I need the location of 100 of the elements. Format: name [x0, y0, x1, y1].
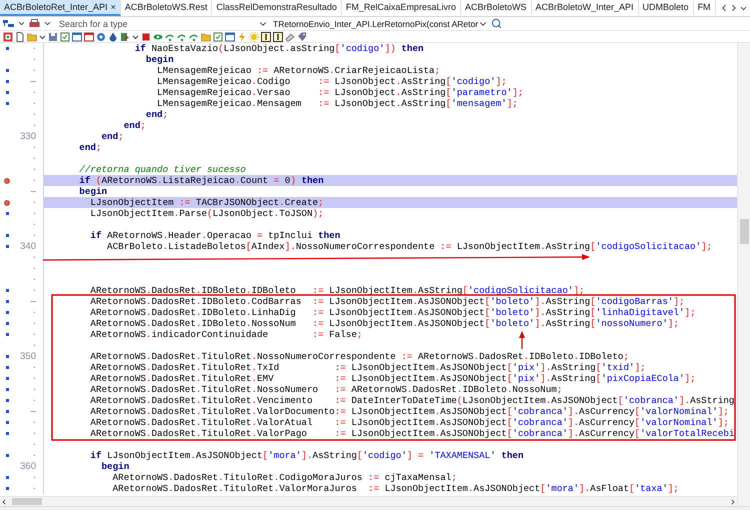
gutter-mark: ·	[32, 197, 36, 208]
code-line: end;	[100, 131, 125, 142]
gutter-mark: ·	[32, 65, 36, 76]
gutter-mark: ·	[32, 263, 36, 274]
breakpoint-icon[interactable]	[4, 178, 10, 184]
gutter-mark: –	[30, 76, 36, 87]
gutter-mark: –	[30, 186, 36, 197]
code-line: ARetornoWS.DadosRet.TituloRet.NossoNumeroCorrespondente := ARetornoWS.DadosRet.IDBoleto.IDBoleto;	[89, 351, 630, 362]
eraser-icon[interactable]	[285, 32, 295, 42]
chevron-right-icon[interactable]	[729, 498, 737, 506]
window-icon[interactable]	[84, 32, 94, 42]
gutter-mark: ·	[32, 87, 36, 98]
editor-tab[interactable]: FM	[694, 0, 716, 16]
gutter-mark: ·	[32, 472, 36, 483]
gutter-mark: ·	[32, 109, 36, 120]
gutter-mark: ·	[32, 120, 36, 131]
grid-icon[interactable]	[3, 32, 13, 42]
annotation-arrow	[519, 331, 525, 349]
code-line: end;	[78, 142, 103, 153]
code-line: end;	[122, 120, 147, 131]
gutter-mark: –	[30, 406, 36, 417]
code-line: ARetornoWS.DadosRet.TituloRet.EMV := LJsonObjectItem.AsJSONObject['pix'].AsString['pixCopiaECola'];	[89, 373, 697, 384]
code-line: ARetornoWS.DadosRet.IDBoleto.NossoNum := LJsonObjectItem.AsJSONObject['boleto'].AsString['nossoNumero'];	[89, 318, 680, 329]
code-line: ARetornoWS.DadosRet.TituloRet.ValorAtual := LJsonObjectItem.AsJSONObject['cobranca'].AsCurrency['valorNominal'];	[89, 417, 730, 428]
gutter-mark: ·	[32, 142, 36, 153]
gutter-mark: ·	[32, 483, 36, 494]
gutter-mark: ·	[32, 98, 36, 109]
gutter-mark: ·	[32, 450, 36, 461]
eye-icon[interactable]	[153, 32, 163, 42]
gutter-mark: ·	[32, 208, 36, 219]
editor-tab[interactable]: UDMBoleto	[638, 0, 694, 16]
info-icon[interactable]	[261, 32, 271, 42]
gutter-mark: ·	[32, 307, 36, 318]
code-line: ARetornoWS.indicadorContinuidade := False;	[89, 329, 364, 340]
code-line: ARetornoWS.DadosRet.IDBoleto.LinhaDig := LJsonObjectItem.AsJSONObject['boleto'].AsString['linhaDigitavel'];	[89, 307, 697, 318]
new-file-icon[interactable]	[15, 32, 25, 42]
editor-tab[interactable]: ACBrBoletoRet_Inter_API ×	[0, 0, 121, 16]
code-line: LMensagemRejeicao := ARetornoWS.CriarRejeicaoLista;	[156, 65, 442, 76]
tag-icon[interactable]	[297, 32, 307, 42]
close-icon[interactable]: ×	[110, 2, 116, 12]
gutter-mark: ·	[32, 230, 36, 241]
code-line: begin	[78, 186, 108, 197]
search-field[interactable]: Search for a type	[55, 18, 255, 30]
code-line: end;	[144, 109, 170, 120]
scrollbar-thumb[interactable]	[12, 498, 42, 505]
gutter-mark: ·	[32, 219, 36, 230]
folder-icon[interactable]	[201, 32, 211, 42]
drop-icon[interactable]	[108, 32, 118, 42]
search-icon[interactable]	[491, 18, 502, 29]
code-line: LMensagemRejeicao.Codigo := LJsonObject.AsString['codigo'];	[156, 76, 508, 87]
code-line: LJsonObjectItem.Parse(LJsonObject.ToJSON);	[89, 208, 325, 219]
gutter-mark: ·	[32, 164, 36, 175]
line-number: 360	[20, 461, 36, 472]
step-icon[interactable]	[189, 32, 199, 42]
gutter-mark: ·	[32, 329, 36, 340]
gutter-mark: –	[30, 296, 36, 307]
gutter-mark: ·	[32, 395, 36, 406]
code-line: ARetornoWS.DadosRet.TituloRet.NossoNumero := ARetornoWS.DadosRet.IDBoleto.NossoNum;	[89, 384, 564, 395]
gutter-mark: ·	[32, 54, 36, 65]
stop-icon[interactable]	[141, 32, 151, 42]
code-line: begin	[100, 461, 130, 472]
line-number: 340	[20, 241, 36, 252]
editor-tab[interactable]: ACBrBoletoW_Inter_API	[532, 0, 639, 16]
code-line: if ARetornoWS.Header.Operacao = tpInclui then	[89, 230, 342, 241]
gutter-mark: ·	[32, 373, 36, 384]
code-line: //retorna quando tiver sucesso	[78, 164, 247, 175]
code-line: ARetornoWS.DadosRet.TituloRet.ValorPago := LJsonObjectItem.AsJSONObject['cobranca'].AsCurrency['valorTotalRecebi	[89, 428, 736, 439]
save-icon[interactable]	[48, 32, 58, 42]
info-icon[interactable]	[273, 32, 283, 42]
line-number: 330	[20, 131, 36, 142]
step-icon[interactable]	[165, 32, 175, 42]
step-icon[interactable]	[177, 32, 187, 42]
gutter-mark: ·	[32, 252, 36, 263]
checked-document-icon[interactable]	[60, 32, 70, 42]
code-line: ARetornoWS.DadosRet.TituloRet.Vencimento := DateInterToDateTime(LJsonObjectItem.AsJSONObject['cobranca'].AsString	[89, 395, 736, 406]
run-icon[interactable]	[120, 32, 130, 42]
gutter-mark: ·	[32, 175, 36, 186]
gutter-mark: ·	[32, 340, 36, 351]
code-line: ARetornoWS.DadosRet.TituloRet.TxId := LJsonObjectItem.AsJSONObject['pix'].AsString['txid'];	[89, 362, 647, 373]
chevron-left-icon[interactable]	[0, 498, 8, 506]
window-icon[interactable]	[72, 32, 82, 42]
structure-icon[interactable]	[3, 18, 14, 28]
code-line: LMensagemRejeicao.Versao := LJsonObject.AsString['parametro'];	[156, 87, 524, 98]
printer-icon[interactable]	[29, 18, 40, 28]
code-line: ARetornoWS.DadosRet.TituloRet.ValorDocumento:= LJsonObjectItem.AsJSONObject['cobranca'].AsCurrency['valorNominal'];	[89, 406, 730, 417]
breakpoint-icon[interactable]	[4, 200, 10, 206]
code-line: ARetornoWS.DadosRet.TituloRet.ValorMoraJuros := LJsonObjectItem.AsJSONObject['mora'].AsFloat['taxa'];	[112, 483, 680, 494]
gutter-mark: ·	[32, 428, 36, 439]
gutter-mark: ·	[32, 43, 36, 54]
code-line: ARetornoWS.DadosRet.IDBoleto.CodBarras := LJsonObjectItem.AsJSONObject['boleto'].AsString['codigoBarras'];	[89, 296, 686, 307]
code-line: ACBrBoleto.ListadeBoletos[AIndex].NossoNumeroCorrespondente := LJsonObjectItem.AsString['codigoSolicitacao'];	[106, 241, 714, 252]
gutter-mark: ·	[32, 285, 36, 296]
gutter-mark: ·	[32, 318, 36, 329]
code-line: if LJsonObjectItem.AsJSONObject['mora'].AsString['codigo'] = 'TAXAMENSAL' then	[89, 450, 525, 461]
caret-icon[interactable]	[17, 19, 26, 28]
gutter-mark: ·	[32, 417, 36, 428]
scrollbar-thumb[interactable]	[740, 219, 748, 244]
code-line: LMensagemRejeicao.Mensagem := LJsonObject.AsString['mensagem'];	[156, 98, 519, 109]
code-line: begin	[144, 54, 175, 65]
gutter-mark: ·	[32, 153, 36, 164]
